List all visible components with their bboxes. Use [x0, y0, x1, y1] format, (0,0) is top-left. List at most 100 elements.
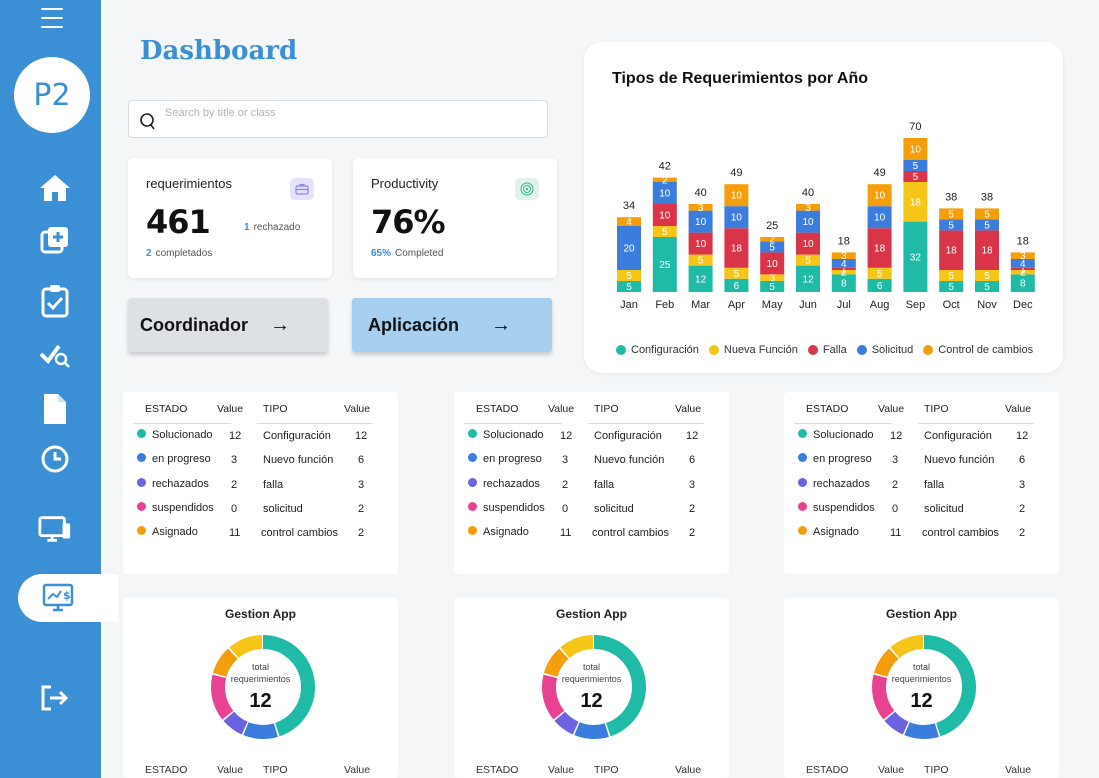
tipo-value: 12 — [1016, 430, 1029, 442]
table-row: rechazados — [468, 477, 540, 490]
bar-value-label: 2 — [662, 175, 668, 186]
x-tick-label: Nov — [977, 299, 997, 311]
check-search-icon[interactable] — [38, 338, 72, 372]
table-header: Value — [878, 403, 905, 415]
arrow-right-icon: → — [491, 313, 512, 336]
table-row: Solucionado — [798, 429, 874, 441]
home-icon[interactable] — [38, 171, 72, 205]
status-value: 3 — [891, 454, 899, 467]
table-header: ESTADO — [145, 764, 188, 776]
x-tick-label: Oct — [943, 299, 960, 311]
legend-label: Falla — [822, 344, 847, 356]
divider — [257, 423, 373, 424]
bar-value-label: 12 — [695, 274, 707, 285]
bar-value-label: 25 — [659, 260, 671, 271]
monitor-icon[interactable] — [38, 512, 72, 546]
legend-dot — [708, 345, 719, 355]
tipo-value: 2 — [357, 502, 365, 515]
table-row: en progreso — [468, 453, 542, 465]
status-label: suspendidos — [152, 501, 214, 514]
tipo-label: solicitud — [263, 502, 303, 515]
status-label: suspendidos — [483, 501, 545, 514]
x-tick-label: Jul — [837, 299, 851, 311]
card-label: Productivity — [371, 176, 439, 191]
logout-icon[interactable] — [38, 681, 72, 715]
bar-value-label: 10 — [874, 191, 886, 202]
sidebar: P2 $ — [0, 0, 118, 778]
x-tick-label: May — [762, 299, 783, 311]
status-label: Asignado — [152, 526, 198, 539]
status-value: 12 — [560, 430, 573, 442]
table-header: TIPO — [924, 403, 949, 415]
status-dot — [798, 501, 807, 511]
card-label: requerimientos — [146, 176, 232, 191]
bar-value-label: 5 — [805, 256, 811, 267]
tipo-label: Nuevo función — [263, 454, 334, 467]
completed-pct-info: 65% Completed — [371, 248, 444, 259]
status-dot — [798, 526, 807, 536]
table-row: Solucionado — [137, 429, 213, 441]
bar-value-label: 5 — [913, 161, 919, 172]
tipo-label: solicitud — [924, 502, 964, 515]
bar-value-label: 6 — [877, 281, 883, 292]
document-icon[interactable] — [38, 392, 72, 426]
bar-value-label: 5 — [698, 256, 704, 267]
bar-value-label: 5 — [984, 282, 990, 293]
search-bar[interactable] — [128, 100, 548, 138]
coordinador-button[interactable]: Coordinador → — [128, 298, 328, 352]
x-tick-label: Apr — [728, 299, 745, 311]
sidebar-item-finance[interactable]: $ — [18, 574, 118, 622]
search-icon — [140, 113, 155, 130]
tipo-value: 6 — [688, 454, 696, 467]
status-table-card: ESTADO Value TIPO Value Solucionado 12 en prog… — [454, 392, 729, 574]
status-value: 12 — [229, 430, 242, 442]
search-input[interactable] — [165, 107, 525, 119]
status-label: suspendidos — [813, 501, 875, 514]
tipo-value: 3 — [357, 478, 365, 491]
completed-info: 2 completados — [146, 248, 213, 259]
bar-value-label: 10 — [802, 239, 814, 250]
table-header: Value — [344, 764, 371, 776]
clock-icon[interactable] — [38, 442, 72, 476]
bar-total-label: 38 — [981, 191, 993, 203]
bar-value-label: 10 — [802, 217, 814, 228]
add-card-icon[interactable] — [38, 223, 72, 257]
status-label: Asignado — [813, 526, 859, 539]
donut-center-value: 12 — [910, 690, 933, 712]
status-label: Asignado — [483, 526, 529, 539]
tipo-value: 2 — [1018, 527, 1026, 540]
bar-total-label: 18 — [838, 235, 850, 247]
table-header: Value — [675, 764, 702, 776]
aplicacion-button[interactable]: Aplicación → — [352, 298, 552, 352]
table-header: Value — [878, 764, 905, 776]
tipo-label: control cambios — [261, 527, 339, 540]
bar-value-label: 20 — [623, 244, 635, 255]
bar-value-label: 3 — [1020, 251, 1026, 262]
briefcase-icon — [290, 178, 314, 200]
clipboard-check-icon[interactable] — [38, 284, 72, 318]
bar-value-label: 5 — [948, 282, 954, 293]
divider — [133, 423, 231, 424]
menu-icon[interactable] — [41, 8, 63, 28]
donut-center-value: 12 — [580, 690, 603, 712]
bar-value-label: 18 — [946, 246, 958, 257]
button-label: Aplicación — [368, 314, 460, 335]
legend-label: Configuración — [631, 344, 699, 356]
bar-value-label: 5 — [626, 271, 632, 282]
avatar[interactable]: P2 — [14, 57, 90, 133]
table-header: Value — [675, 403, 702, 415]
table-header: TIPO — [594, 764, 619, 776]
table-header: Value — [548, 764, 575, 776]
bar-chart-card: Tipos de Requerimientos por Año 5 5 20 4 34 J… — [584, 42, 1063, 373]
status-dot — [137, 477, 146, 487]
donut-card: Gestion App total requerimientos 12 ESTADO Va… — [784, 598, 1059, 778]
donut-card: Gestion App total requerimientos 12 ESTADO Va… — [454, 598, 729, 778]
table-header: TIPO — [263, 764, 288, 776]
bar-value-label: 18 — [910, 197, 922, 208]
divider — [464, 423, 562, 424]
status-value: 0 — [561, 502, 569, 515]
bar-total-label: 38 — [945, 191, 957, 203]
bar-value-label: 5 — [913, 172, 919, 183]
tipo-value: 6 — [1018, 454, 1026, 467]
bar-value-label: 5 — [984, 271, 990, 282]
